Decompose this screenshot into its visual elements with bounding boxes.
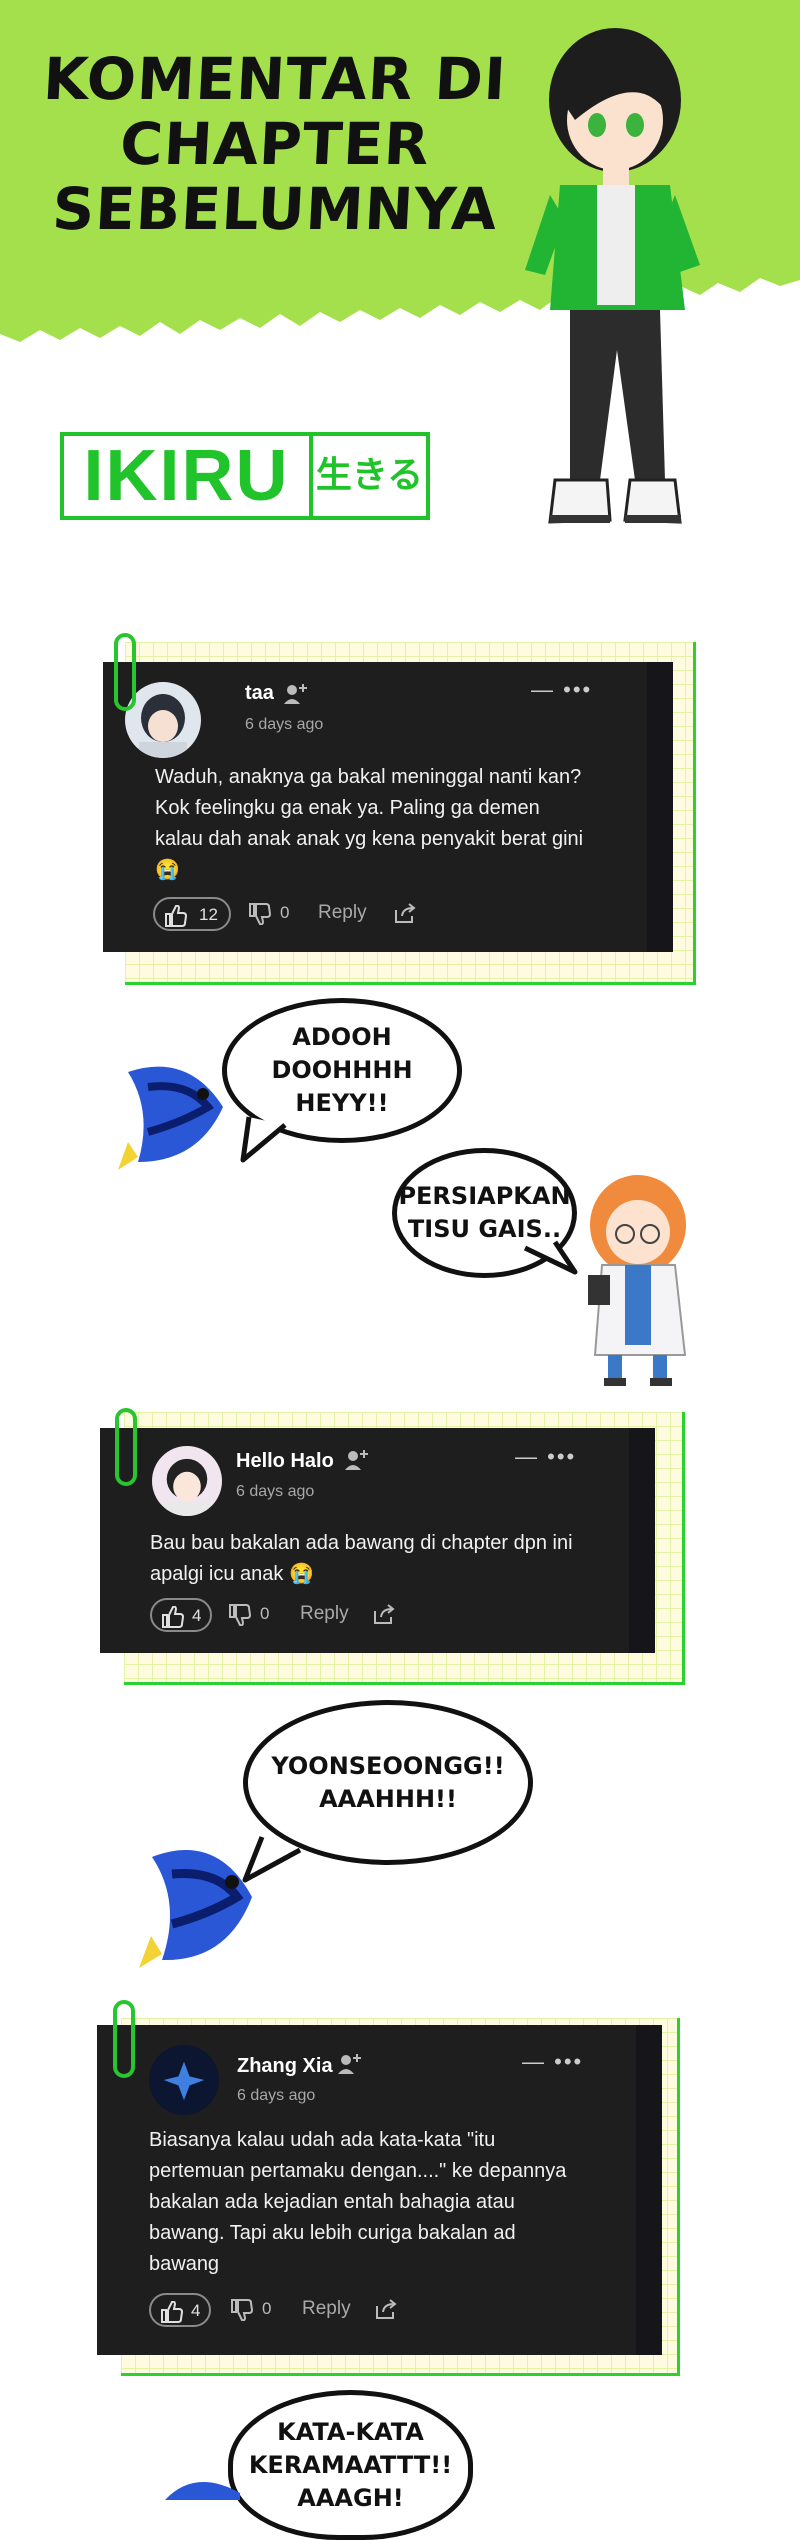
reply-button[interactable]: Reply [318,902,367,924]
follow-user-icon[interactable] [337,2052,363,2076]
share-icon[interactable] [372,1603,396,1625]
comment-text: Biasanya kalau udah ada kata-kata "itu p… [149,2125,566,2280]
blue-tang-fish-illustration [118,1066,223,1170]
comment-text-line: bawang [149,2253,220,2275]
dislike-count: 0 [280,903,290,922]
comment-text-line: apalgi icu anak 😭 [150,1563,314,1585]
comment-options-menu[interactable]: — ••• [531,677,592,703]
comment-timestamp: 6 days ago [236,1483,315,1500]
header-title-line-1: KOMENTAR DI [41,45,509,113]
header-title-line-2: CHAPTER [118,110,432,178]
comment-text: Waduh, anaknya ga bakal meninggal nanti … [155,762,583,886]
speech-bubble: KATA-KATA KERAMAATTT!! AAAGH! [228,2390,473,2540]
comment-card: taa 6 days ago — ••• Waduh, anaknya ga b… [103,662,673,952]
comment-text-line: Bau bau bakalan ada bawang di chapter dp… [150,1532,573,1554]
user-avatar[interactable] [152,1446,222,1516]
user-avatar[interactable] [149,2045,219,2115]
blue-tang-fish-illustration [165,2482,240,2500]
like-button[interactable]: 4 [149,2293,211,2327]
comment-options-menu[interactable]: — ••• [515,1444,576,1470]
follow-user-icon[interactable] [344,1448,370,1472]
paper-clip-icon [115,1408,137,1486]
thumbs-up-icon [161,2301,184,2323]
comment-username[interactable]: Zhang Xia [237,2055,333,2078]
blue-tang-fish-illustration [139,1850,252,1968]
comment-text: Bau bau bakalan ada bawang di chapter dp… [150,1528,573,1590]
like-count: 4 [191,2301,201,2320]
speech-bubble-tail [523,1240,578,1275]
comment-card: Zhang Xia 6 days ago — ••• Biasanya kala… [97,2025,662,2355]
comment-text-line: kalau dah anak anak yg kena penyakit ber… [155,828,584,850]
card-side-stripe [636,2025,662,2355]
paper-clip-icon [113,2000,135,2078]
comment-username[interactable]: Hello Halo [236,1450,334,1473]
dislike-count: 0 [262,2299,272,2318]
logo-subtext: 生きる [315,455,424,496]
paper-clip-icon [114,633,136,711]
comment-text-line: bakalan ada kejadian entah bahagia atau [149,2191,515,2213]
speech-bubble-tail [240,1116,287,1163]
thumbs-down-icon[interactable] [230,2299,254,2321]
doctor-girl-illustration [588,1175,687,1386]
comment-options-menu[interactable]: — ••• [522,2049,583,2075]
comment-text-line: Biasanya kalau udah ada kata-kata "itu [149,2129,496,2151]
comment-timestamp: 6 days ago [245,716,324,733]
comment-text-line: Kok feelingku ga enak ya. Paling ga deme… [155,797,540,819]
thumbs-up-icon [162,1606,185,1628]
share-icon[interactable] [393,902,417,924]
reply-button[interactable]: Reply [300,1603,349,1625]
like-count: 12 [199,905,218,924]
follow-user-icon[interactable] [283,682,309,706]
comment-timestamp: 6 days ago [237,2087,316,2104]
comment-text-line: bawang. Tapi aku lebih curiga bakalan ad [149,2222,516,2244]
thumbs-down-icon[interactable] [248,903,272,925]
dislike-count: 0 [260,1604,270,1623]
card-side-stripe [647,662,673,952]
card-side-stripe [629,1428,655,1653]
like-count: 4 [192,1606,202,1625]
user-avatar[interactable] [125,682,201,758]
comment-text-line: 😭 [155,859,180,881]
comment-text-line: Waduh, anaknya ga bakal meninggal nanti … [155,766,582,788]
logo-text: IKIRU [64,436,313,516]
ikiru-logo: IKIRU 生きる [60,432,430,520]
header-title-line-3: SEBELUMNYA [50,175,500,243]
like-button[interactable]: 12 [153,897,231,931]
reply-button[interactable]: Reply [302,2298,351,2320]
mascot-boy-illustration [525,28,700,524]
thumbs-down-icon[interactable] [228,1604,252,1626]
comment-username[interactable]: taa [245,682,274,705]
comment-text-line: pertemuan pertamaku dengan...." ke depan… [149,2160,567,2182]
share-icon[interactable] [374,2298,398,2320]
like-button[interactable]: 4 [150,1598,212,1632]
comment-card: Hello Halo 6 days ago — ••• Bau bau baka… [100,1428,655,1653]
thumbs-up-icon [165,905,188,927]
